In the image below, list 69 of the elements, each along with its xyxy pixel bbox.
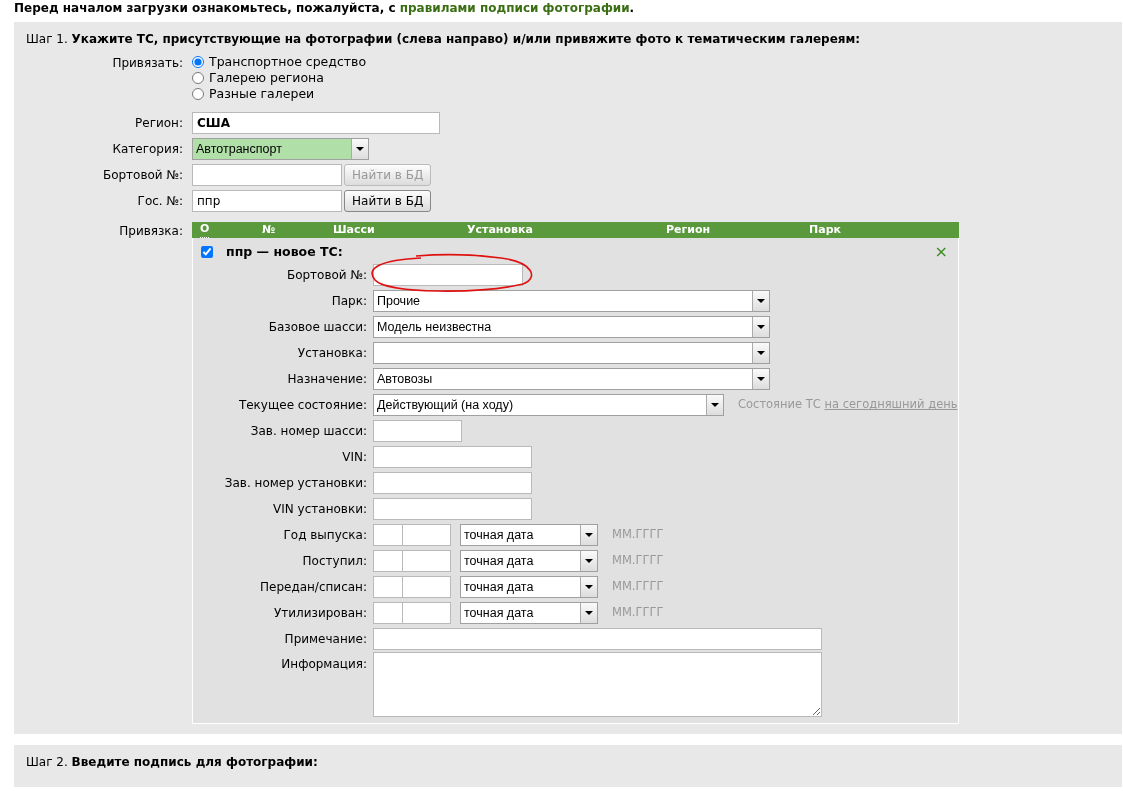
field-label: Гос. №:	[136, 193, 184, 210]
rules-link[interactable]: правилами подписи фотографии	[399, 1, 630, 15]
month-field[interactable]	[373, 524, 403, 546]
input-field[interactable]	[373, 472, 532, 494]
field-label: Текущее состояние:	[237, 397, 368, 414]
input-field[interactable]	[373, 498, 532, 520]
field-label: Бортовой №:	[285, 267, 368, 284]
format-hint: ММ.ГГГГ	[612, 578, 664, 596]
input-field[interactable]: США	[192, 112, 440, 134]
search-button[interactable]: Найти в БД	[344, 190, 432, 212]
input-field[interactable]	[373, 264, 523, 286]
field-label: Привязка:	[118, 223, 184, 240]
radio-button[interactable]	[192, 56, 204, 68]
field-label: Год выпуска:	[282, 527, 368, 544]
field-label: Бортовой №:	[101, 167, 184, 184]
year-field[interactable]	[403, 602, 451, 624]
dropdown[interactable]: точная дата	[460, 524, 598, 546]
step-heading: Шаг 2. Введите подпись для фотографии:	[26, 754, 319, 771]
dropdown[interactable]: точная дата	[460, 602, 598, 624]
field-label: Базовое шасси:	[267, 319, 368, 336]
format-hint: ММ.ГГГГ	[612, 604, 664, 622]
month-field[interactable]	[373, 576, 403, 598]
format-hint: ММ.ГГГГ	[612, 526, 664, 544]
field-label: Примечание:	[283, 631, 368, 648]
month-field[interactable]	[373, 550, 403, 572]
vehicle-title: ппр — новое ТС:	[226, 242, 343, 261]
field-label: Парк:	[330, 293, 368, 310]
field-label: Информация:	[280, 656, 368, 673]
field-label: Зав. номер установки:	[223, 475, 368, 492]
radio-button[interactable]	[192, 88, 204, 100]
month-field[interactable]	[373, 602, 403, 624]
year-field[interactable]	[403, 550, 451, 572]
field-label: Регион:	[134, 115, 184, 132]
option-label: Разные галереи	[209, 85, 315, 103]
field-label: Передан/списан:	[258, 579, 368, 596]
input-field[interactable]	[373, 420, 462, 442]
input-field[interactable]	[192, 164, 342, 186]
dropdown[interactable]: Автотранспорт	[192, 138, 369, 160]
field-label: Привязать:	[111, 55, 184, 72]
text-area[interactable]	[373, 652, 822, 717]
field-label: Зав. номер шасси:	[249, 423, 368, 440]
option-label: Транспортное средство	[209, 52, 367, 71]
dropdown[interactable]: Прочие	[373, 290, 770, 312]
format-hint: ММ.ГГГГ	[612, 552, 664, 570]
dropdown[interactable]: Действующий (на ходу)	[373, 394, 724, 416]
checkbox[interactable]	[201, 246, 213, 258]
radio-button[interactable]	[192, 72, 204, 84]
option-label: Галерею региона	[209, 69, 324, 87]
year-field[interactable]	[403, 524, 451, 546]
field-label: Категория:	[111, 141, 184, 158]
hint-text: Состояние ТС на сегодняшний день	[738, 396, 958, 414]
dropdown[interactable]: Автовозы	[373, 368, 770, 390]
field-label: Утилизирован:	[272, 605, 368, 622]
dropdown[interactable]: точная дата	[460, 550, 598, 572]
dropdown[interactable]	[373, 342, 770, 364]
input-field[interactable]	[373, 628, 822, 650]
dropdown[interactable]: Модель неизвестна	[373, 316, 770, 338]
dropdown[interactable]: точная дата	[460, 576, 598, 598]
field-label: VIN:	[341, 449, 368, 466]
field-label: Поступил:	[301, 553, 368, 570]
field-label: Установка:	[296, 345, 368, 362]
field-label: Назначение:	[286, 371, 368, 388]
notice-text: Перед началом загрузки ознакомьтесь, пожалуйста, с правилами подписи фотографии.	[13, 0, 636, 16]
table-header: О № Шасси Установка Регион Парк	[192, 222, 959, 238]
year-field[interactable]	[403, 576, 451, 598]
field-label: VIN установки:	[272, 501, 368, 518]
input-field[interactable]	[373, 446, 532, 468]
step-heading: Шаг 1. Укажите ТС, присутствующие на фотографии (слева направо) и/или привяжите фото к тематическим галереям:	[26, 31, 862, 48]
input-field[interactable]: ппр	[192, 190, 342, 212]
